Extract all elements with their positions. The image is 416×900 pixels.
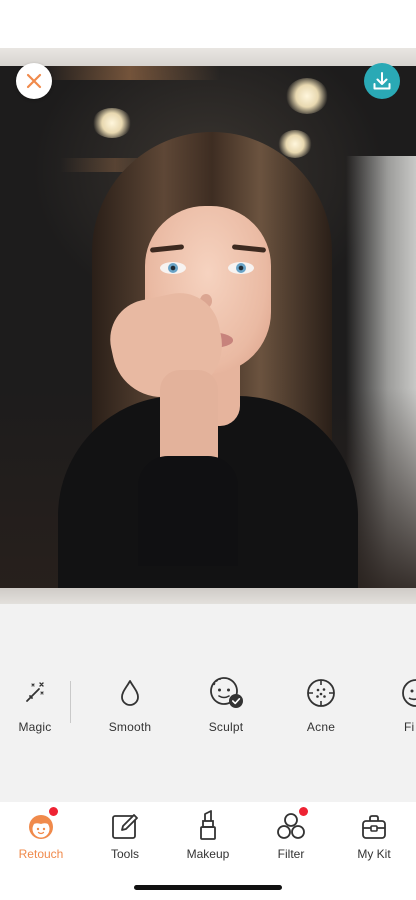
face-icon (402, 679, 416, 707)
tool-sculpt[interactable]: Sculpt (186, 676, 266, 734)
tab-tools[interactable]: Tools (85, 807, 165, 861)
tool-smooth[interactable]: Smooth (90, 676, 170, 734)
tool-separator (70, 681, 71, 723)
lipstick-icon (200, 810, 216, 840)
tab-label: Tools (110, 847, 139, 861)
download-icon (373, 72, 391, 90)
tab-my-kit[interactable]: My Kit (334, 807, 414, 861)
acne-target-icon (307, 679, 335, 707)
magic-wand-icon (26, 682, 44, 702)
tab-label: Retouch (18, 847, 64, 861)
tab-label: Makeup (186, 847, 230, 861)
tool-acne[interactable]: Acne (281, 676, 361, 734)
edit-pencil-icon (112, 814, 138, 839)
tool-label: Smooth (108, 720, 152, 734)
close-x-icon (26, 73, 42, 89)
home-indicator[interactable] (134, 885, 282, 890)
tab-makeup[interactable]: Makeup (168, 807, 248, 861)
download-button[interactable] (364, 63, 400, 99)
top-bar (0, 0, 416, 48)
portrait-photo (0, 66, 416, 588)
tool-label: Acne (306, 720, 336, 734)
tool-label: Sculpt (208, 720, 244, 734)
kit-bag-icon (362, 815, 386, 839)
close-button[interactable] (16, 63, 52, 99)
tool-label: Magic (18, 720, 52, 734)
notification-dot (49, 807, 58, 816)
notification-dot (299, 807, 308, 816)
tool-label: Fi (404, 720, 415, 734)
tab-filter[interactable]: Filter (251, 807, 331, 861)
face-sculpt-icon (210, 677, 243, 708)
tab-label: My Kit (357, 847, 391, 861)
tab-label: Filter (277, 847, 305, 861)
droplet-icon (121, 680, 139, 706)
tool-magic[interactable]: Magic (0, 676, 75, 734)
tool-partial[interactable]: Fi (376, 676, 416, 734)
tab-retouch[interactable]: Retouch (1, 807, 81, 861)
photo-canvas[interactable] (0, 48, 416, 604)
